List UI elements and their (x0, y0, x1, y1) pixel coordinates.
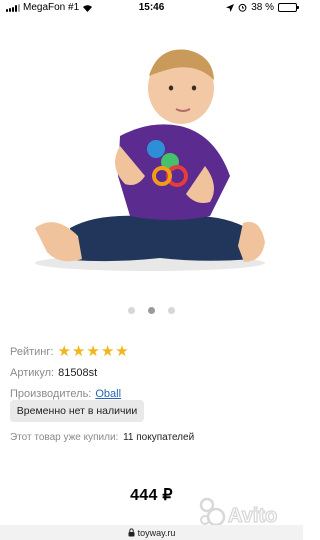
baby-with-toy-image (35, 49, 265, 271)
bought-value: 11 покупателей (123, 432, 195, 443)
carousel-dot[interactable] (168, 307, 175, 314)
out-of-stock-button[interactable]: Временно нет в наличии (10, 400, 144, 422)
article-label: Артикул: (10, 366, 55, 379)
maker-label: Производитель: (10, 387, 92, 400)
location-arrow-icon (226, 3, 235, 12)
rating-label: Рейтинг: (10, 345, 54, 358)
battery-percent: 38 % (251, 2, 274, 13)
browser-domain: toyway.ru (137, 527, 176, 538)
status-right: 38 % (226, 2, 299, 13)
carousel-dot[interactable] (128, 307, 135, 314)
article-row: Артикул: 81508st (10, 362, 295, 383)
star-icon: ★ (71, 343, 86, 360)
svg-text:Avito: Avito (228, 505, 277, 527)
article-value: 81508st (58, 366, 98, 379)
carousel-dot[interactable] (148, 307, 155, 314)
star-icon: ★ (57, 343, 71, 360)
rating-row: Рейтинг: ★ ★ ★ ★ ★ (10, 341, 295, 362)
status-bar: MegaFon #1 15:46 38 % (0, 0, 303, 16)
star-icon: ★ (86, 343, 100, 360)
lock-icon (128, 528, 135, 537)
bought-label: Этот товар уже купили: (10, 432, 119, 443)
maker-link[interactable]: Oball (95, 388, 121, 400)
rating-stars: ★ ★ ★ ★ ★ (57, 344, 128, 359)
product-info: Рейтинг: ★ ★ ★ ★ ★ Артикул: 81508st Производ… (10, 341, 295, 404)
battery-icon (278, 3, 299, 12)
alarm-icon (238, 3, 247, 12)
browser-address-bar[interactable]: toyway.ru (0, 525, 303, 540)
carousel-dots (0, 307, 303, 314)
product-photo[interactable] (0, 16, 303, 294)
bought-count: Этот товар уже купили: 11 покупателей (10, 432, 194, 443)
star-icon: ★ (115, 343, 129, 360)
star-icon: ★ (100, 343, 115, 360)
